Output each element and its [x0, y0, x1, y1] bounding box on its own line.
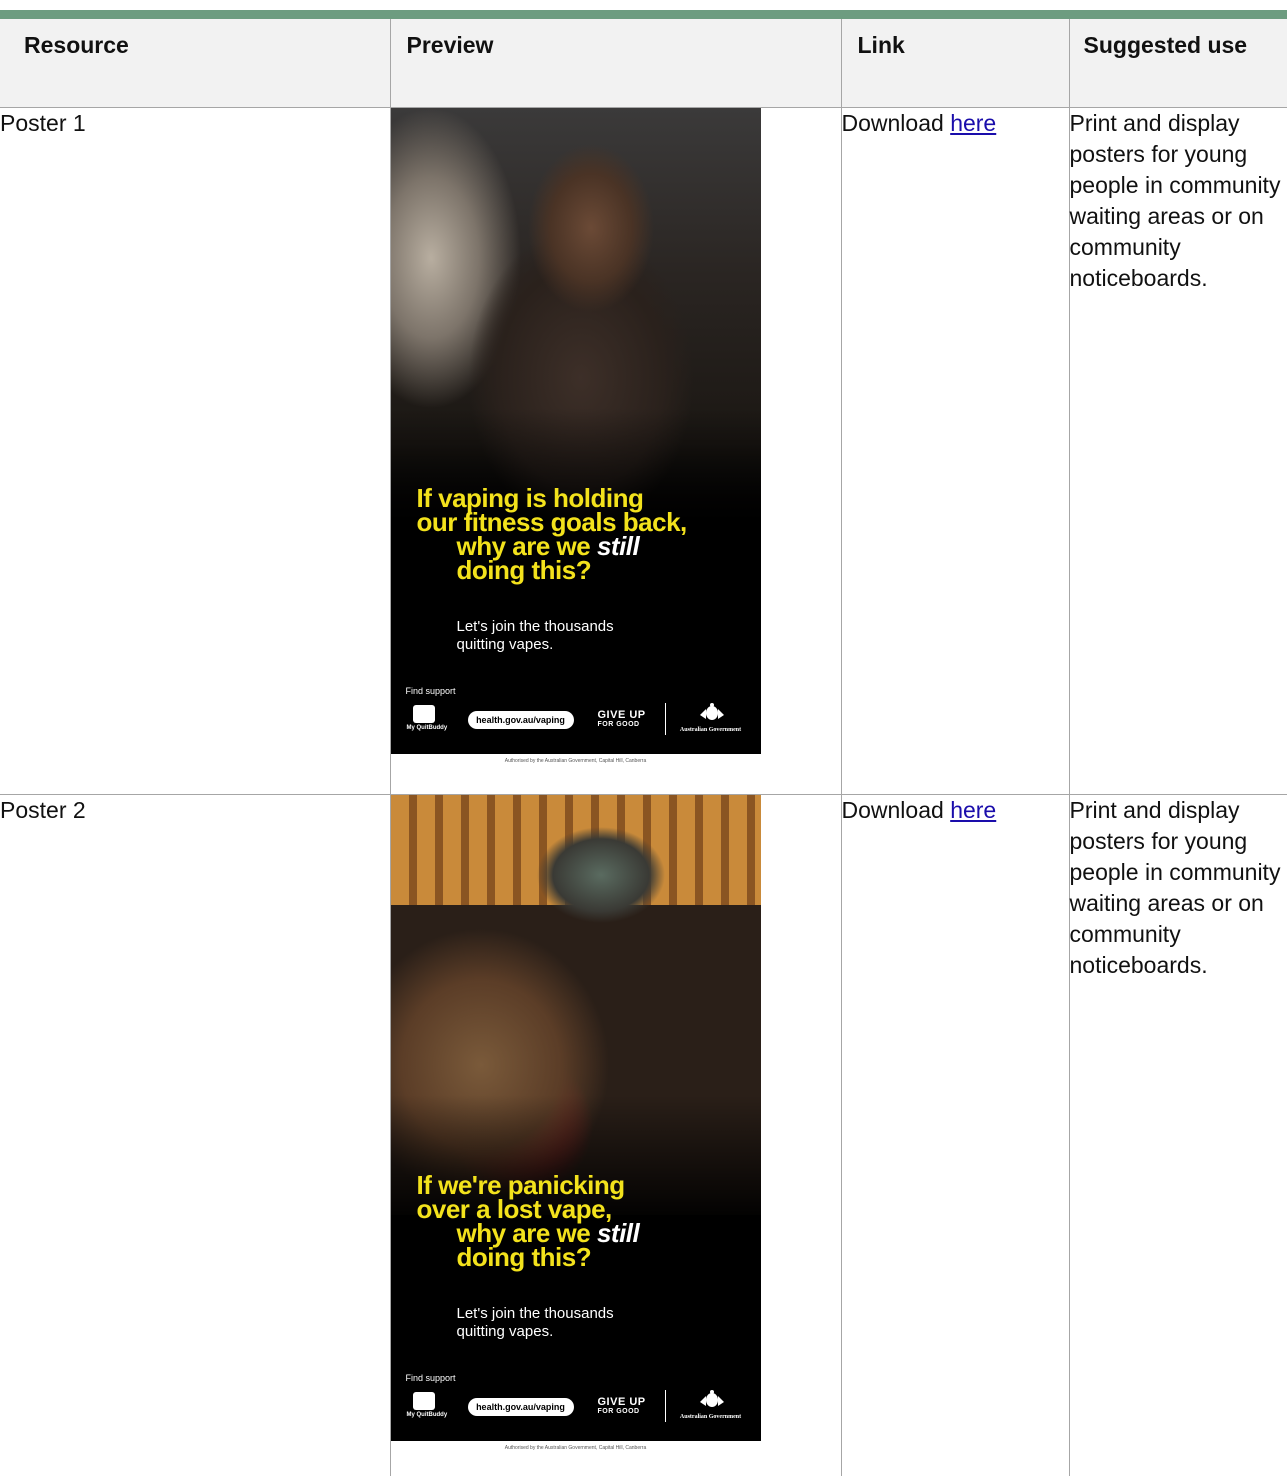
giveup-line: GIVE UP [597, 1395, 646, 1408]
giveup-line: FOR GOOD [597, 720, 640, 728]
table-top-accent-bar [0, 10, 1287, 19]
government-label: Australian Government [679, 1413, 742, 1420]
preview-cell: If vaping is holding our fitness goals b… [389, 106, 842, 795]
table-header-row: Resource Preview Link Suggested use [0, 19, 1287, 108]
header-preview: Preview [389, 19, 842, 108]
subline-text: quitting vapes. [456, 635, 554, 653]
find-support-label: Find support [405, 1372, 456, 1383]
find-support-label: Find support [405, 685, 456, 696]
header-link: Link [840, 19, 1070, 108]
subline-text: quitting vapes. [456, 1322, 554, 1340]
subline-text: Let's join the thousands [456, 617, 614, 635]
headline-line: why are we still [417, 1217, 747, 1248]
download-label: Download [841, 109, 944, 136]
footer-divider [664, 1389, 666, 1422]
link-cell: Download here [840, 793, 1070, 1476]
headline-line: If we're panicking [416, 1169, 626, 1200]
headline-emphasis: still [596, 1217, 640, 1248]
subline-text: Let's join the thousands [456, 1304, 614, 1322]
table-row: Poster 1 If vaping is holding our fitnes… [0, 106, 1287, 795]
download-label: Download [841, 796, 944, 823]
giveup-line: FOR GOOD [597, 1407, 640, 1415]
headline-line: If vaping is holding [416, 482, 644, 513]
quitbuddy-logo: My QuitBuddy [407, 704, 447, 737]
headline-line: why are we still [417, 530, 747, 561]
table-row: Poster 2 If we're panicking over a lost … [0, 793, 1287, 1476]
give-up-logo: GIVE UP FOR GOOD [597, 1395, 646, 1416]
resources-table: Resource Preview Link Suggested use Post… [0, 19, 1287, 1476]
phone-icon [412, 1391, 435, 1410]
poster-headline: If we're panicking over a lost vape, why… [416, 1169, 747, 1272]
download-link[interactable]: here [950, 797, 996, 823]
authorised-line: Authorised by the Australian Government,… [504, 757, 647, 764]
app-name: My QuitBuddy [406, 724, 448, 731]
headline-line: doing this? [456, 1241, 592, 1272]
link-cell: Download here [840, 106, 1070, 795]
poster-subline: Let's join the thousands quitting vapes. [457, 1305, 747, 1341]
poster-subline: Let's join the thousands quitting vapes. [457, 618, 747, 654]
header-suggested-use: Suggested use [1068, 19, 1287, 108]
quitbuddy-logo: My QuitBuddy [407, 1391, 447, 1424]
poster-footer: My QuitBuddy health.gov.au/vaping GIVE U… [403, 701, 749, 737]
preview-cell: If we're panicking over a lost vape, why… [389, 793, 842, 1476]
authorised-line: Authorised by the Australian Government,… [504, 1444, 647, 1451]
headline-emphasis: still [596, 530, 640, 561]
headline-line: doing this? [456, 554, 592, 585]
resource-name: Poster 2 [0, 793, 391, 1476]
url-pill: health.gov.au/vaping [467, 710, 574, 729]
poster-1-image: If vaping is holding our fitness goals b… [390, 107, 761, 754]
phone-icon [412, 704, 435, 723]
give-up-logo: GIVE UP FOR GOOD [597, 708, 646, 729]
suggested-use-text: Print and display posters for young peop… [1068, 793, 1287, 1476]
header-resource: Resource [0, 19, 391, 108]
poster-footer: My QuitBuddy health.gov.au/vaping GIVE U… [403, 1388, 749, 1424]
giveup-line: GIVE UP [597, 708, 646, 721]
crest-icon [699, 1389, 724, 1407]
download-link[interactable]: here [950, 110, 996, 136]
government-label: Australian Government [679, 726, 742, 733]
url-pill: health.gov.au/vaping [467, 1397, 574, 1416]
app-name: My QuitBuddy [406, 1411, 448, 1418]
crest-icon [699, 702, 724, 720]
footer-divider [664, 702, 666, 735]
suggested-use-text: Print and display posters for young peop… [1068, 106, 1287, 795]
poster-2-image: If we're panicking over a lost vape, why… [390, 794, 761, 1441]
resource-name: Poster 1 [0, 106, 391, 795]
poster-headline: If vaping is holding our fitness goals b… [416, 482, 747, 585]
